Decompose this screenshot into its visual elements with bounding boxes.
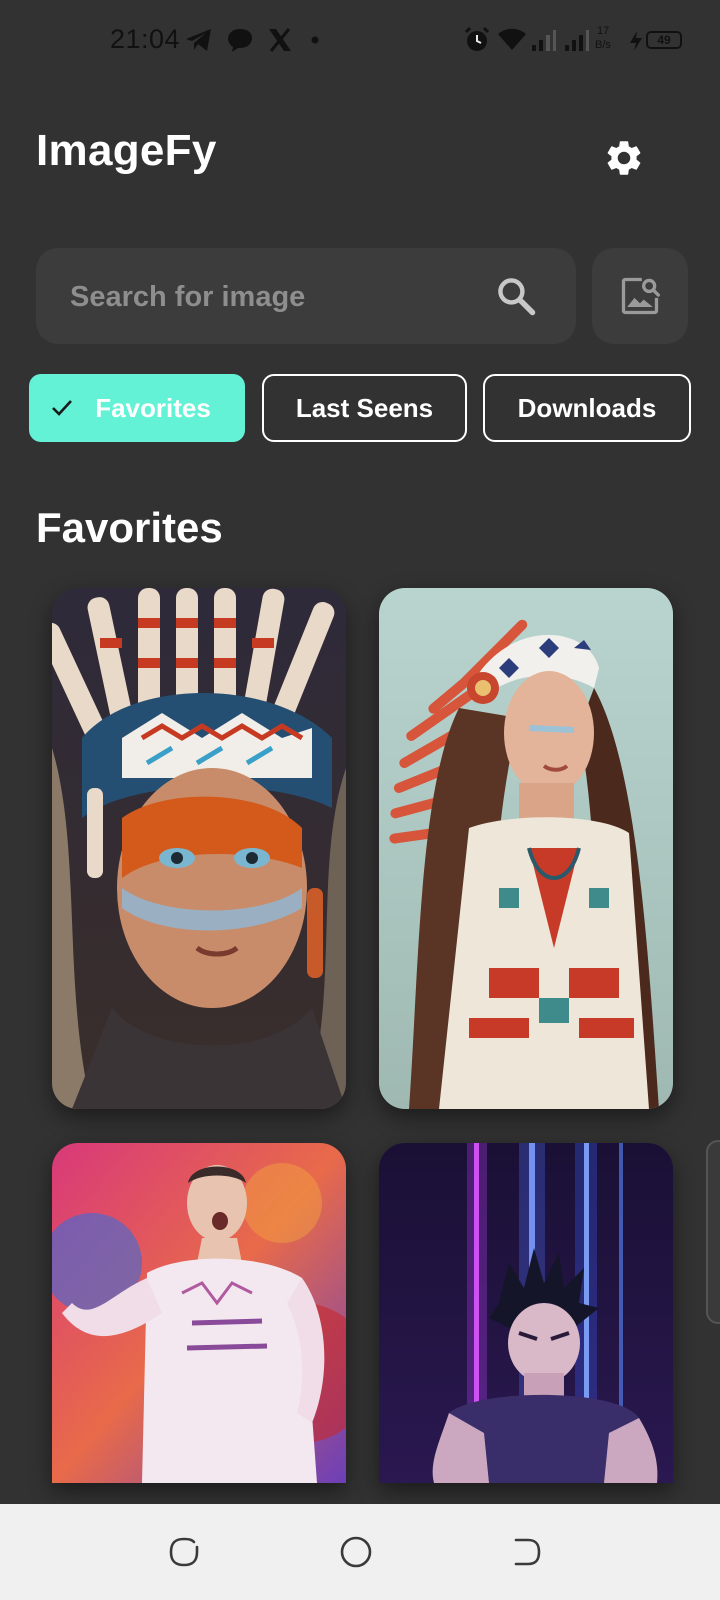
signal-icon — [532, 30, 556, 51]
signal-icon — [565, 30, 589, 51]
image-card[interactable] — [379, 588, 673, 1109]
image-card[interactable] — [52, 1143, 346, 1483]
chip-downloads[interactable]: Downloads — [483, 374, 691, 442]
scroll-handle[interactable] — [706, 1140, 720, 1324]
image-card[interactable] — [379, 1143, 673, 1483]
status-time: 21:04 — [110, 24, 181, 54]
search-icon[interactable] — [494, 274, 538, 318]
chat-icon — [228, 29, 252, 52]
image-thumbnail — [52, 588, 346, 1109]
app-title: ImageFy — [36, 126, 217, 175]
alarm-icon — [464, 26, 490, 51]
chip-downloads-label: Downloads — [517, 392, 657, 423]
battery-level: 49 — [657, 33, 671, 47]
image-thumbnail — [379, 588, 673, 1109]
net-speed-unit: B/s — [595, 39, 611, 51]
image-search-button[interactable] — [592, 248, 688, 344]
search-input[interactable] — [68, 248, 492, 346]
x-icon — [269, 28, 291, 52]
navigation-bar — [0, 1504, 720, 1600]
check-icon — [52, 400, 73, 416]
gear-icon — [607, 141, 641, 175]
status-bar: 21:04 17 B/s 49 — [0, 0, 720, 84]
chip-last-seens[interactable]: Last Seens — [262, 374, 467, 442]
home-icon[interactable] — [336, 1532, 376, 1572]
battery-icon: 49 — [646, 31, 682, 49]
dot-icon — [311, 36, 319, 44]
image-card[interactable] — [52, 588, 346, 1109]
recents-icon[interactable] — [164, 1532, 204, 1572]
wifi-icon — [498, 28, 526, 50]
settings-button[interactable] — [598, 132, 650, 184]
image-thumbnail — [52, 1143, 346, 1483]
telegram-icon — [186, 29, 211, 51]
search-box — [36, 248, 576, 346]
chip-favorites-label: Favorites — [95, 392, 211, 423]
net-speed-value: 17 — [597, 25, 610, 37]
charging-icon — [630, 31, 642, 51]
chip-last-seens-label: Last Seens — [295, 392, 434, 423]
image-thumbnail — [379, 1143, 673, 1483]
back-icon[interactable] — [506, 1532, 546, 1572]
image-search-icon — [621, 277, 660, 315]
chip-favorites[interactable]: Favorites — [29, 374, 245, 442]
section-title: Favorites — [36, 504, 223, 551]
